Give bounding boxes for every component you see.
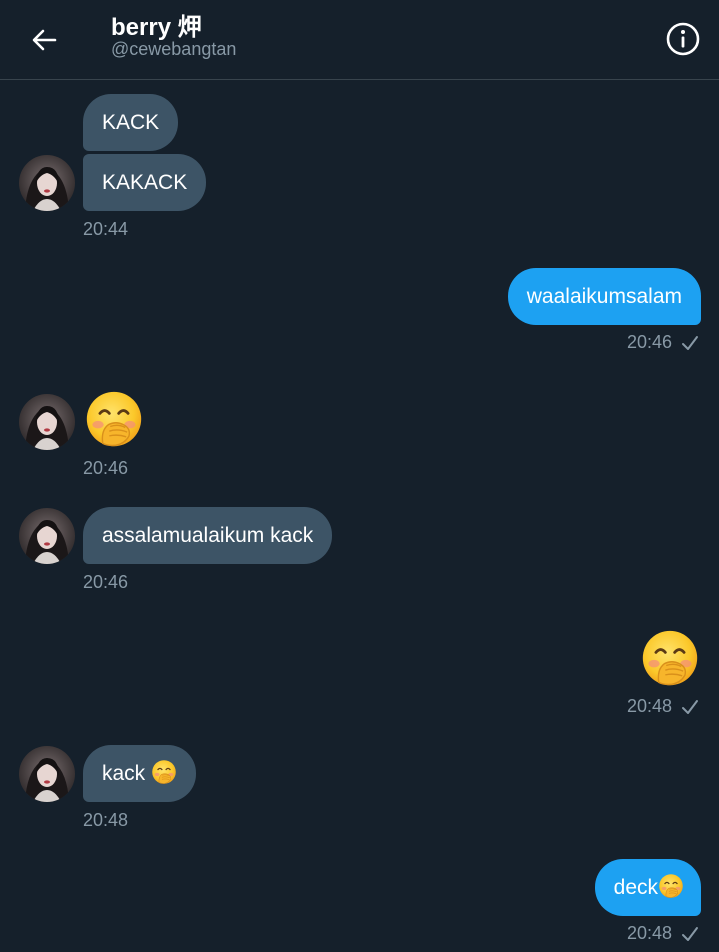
avatar[interactable] [19,508,75,564]
conversation-title[interactable]: berry 炠 [111,7,202,42]
message-timestamp: 20:46 [83,572,129,592]
message-timestamp: 20:44 [83,219,129,239]
conversation-handle[interactable]: @cewebangtan [111,39,236,60]
avatar[interactable] [19,155,75,211]
message-text: deck [613,876,658,899]
message-timestamp: 20:46 [626,332,672,352]
hand-over-mouth-emoji-icon [151,759,177,785]
message-bubble-incoming[interactable]: KAKACK [83,154,207,211]
message-timestamp: 20:48 [626,923,672,943]
message-text: kack [102,762,146,785]
hand-over-mouth-emoji-icon [658,873,684,899]
avatar[interactable] [19,394,75,450]
message-timestamp: 20:46 [83,458,129,478]
conversation-header: berry 炠 @cewebangtan [0,0,719,80]
message-bubble-incoming[interactable]: KACK [83,94,179,151]
avatar[interactable] [19,746,75,802]
hand-over-mouth-emoji-icon[interactable] [84,389,144,449]
message-bubble-incoming[interactable]: kack [83,745,197,802]
sent-check-icon [682,927,698,941]
info-button[interactable] [664,20,702,58]
dm-conversation-screen: berry 炠 @cewebangtan KACK KAKACK 20:44 w… [0,0,719,952]
message-bubble-outgoing[interactable]: deck [594,859,701,916]
message-timestamp: 20:48 [626,696,672,716]
sent-check-icon [682,700,698,714]
back-arrow-icon [32,29,57,51]
info-icon [666,22,700,56]
message-bubble-outgoing[interactable]: waalaikumsalam [507,268,701,325]
message-bubble-incoming[interactable]: assalamualaikum kack [83,507,333,564]
message-timestamp: 20:48 [83,810,129,830]
back-button[interactable] [26,22,62,58]
sent-check-icon [682,336,698,350]
hand-over-mouth-emoji-icon[interactable] [640,628,700,688]
